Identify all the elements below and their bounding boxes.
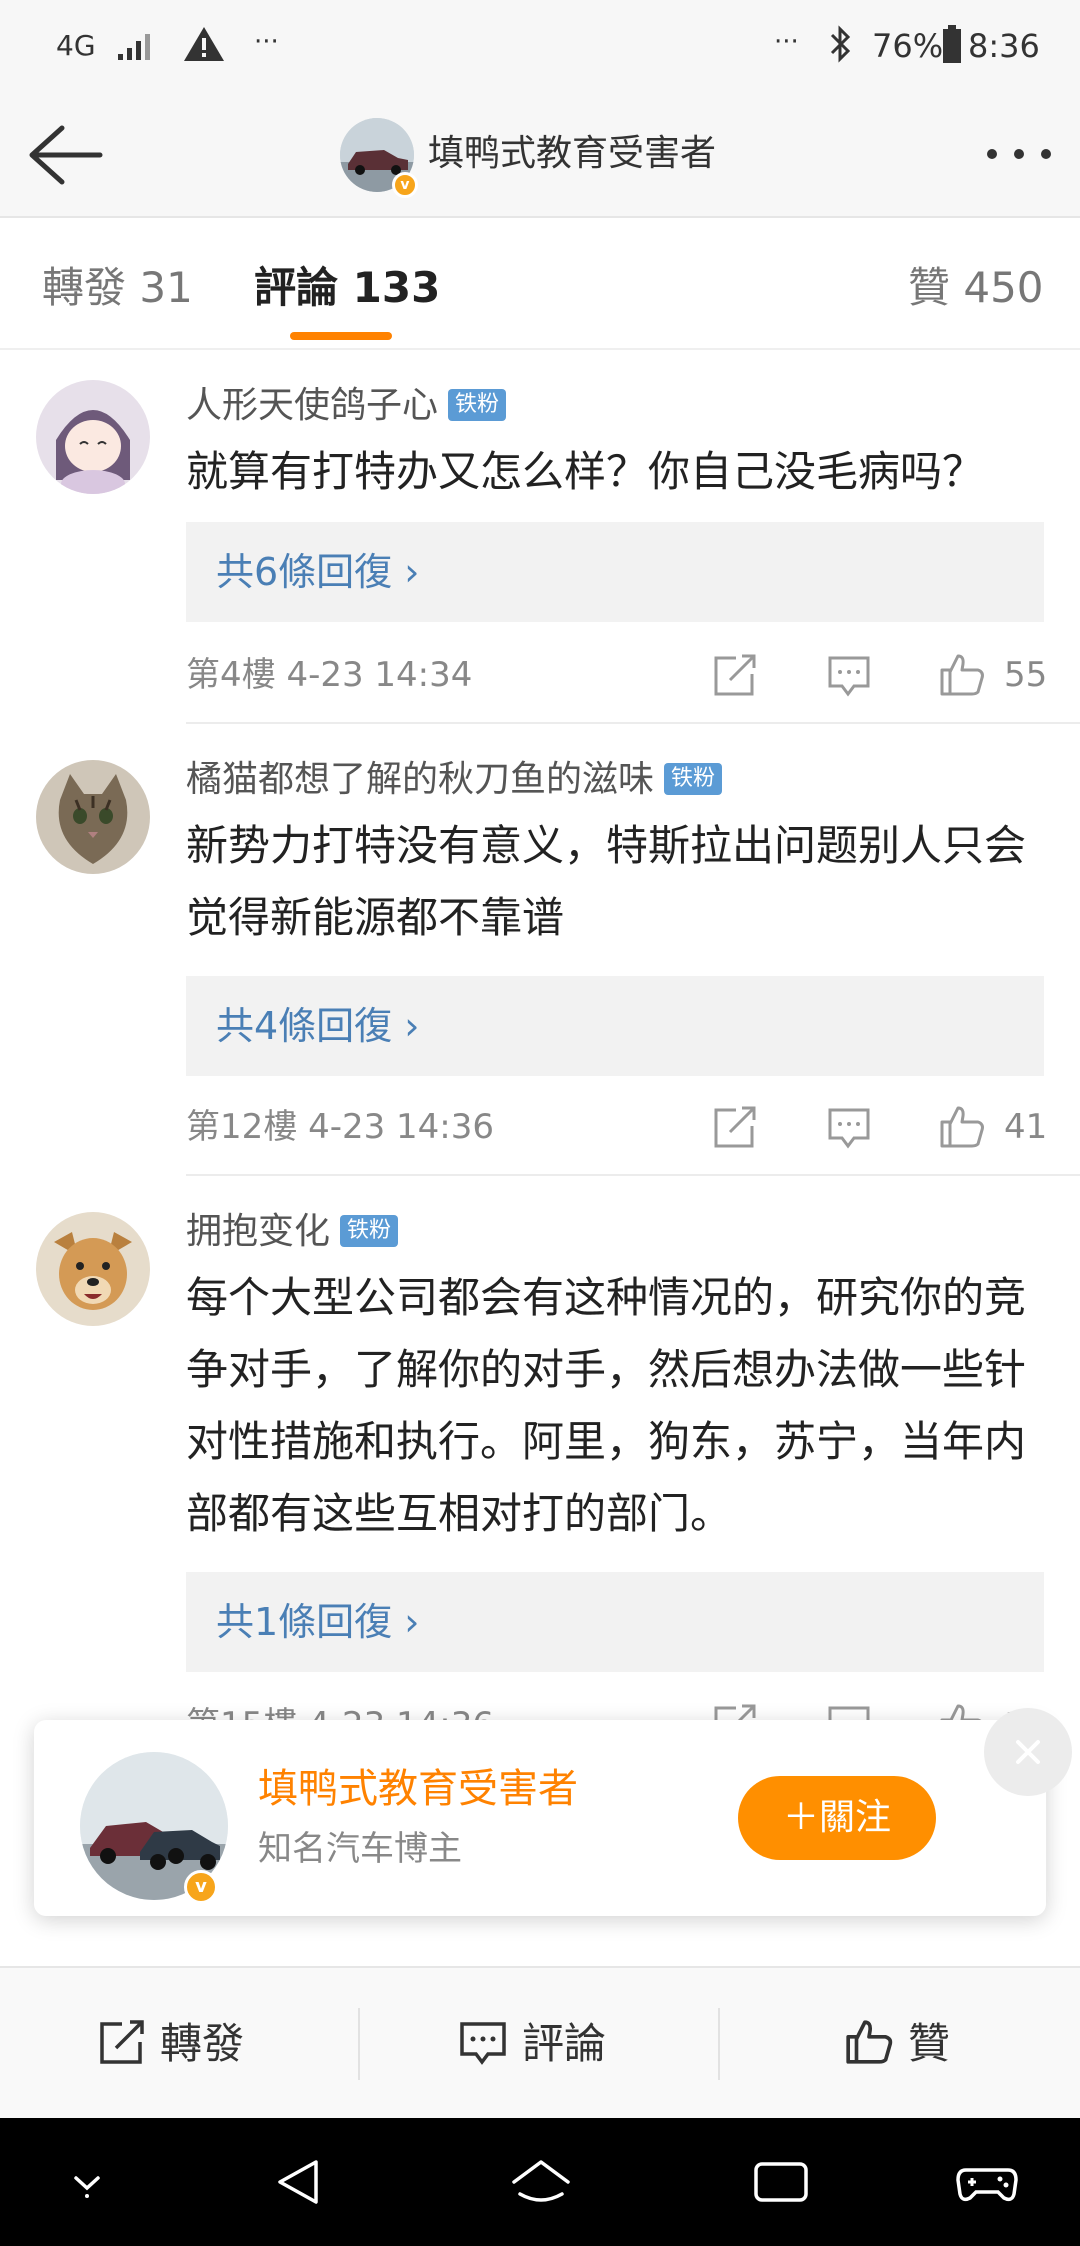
repost-icon — [100, 2020, 144, 2064]
dog-avatar — [36, 1212, 150, 1326]
tab-bar: 轉發 31 評論 133 贊 450 — [0, 218, 1080, 350]
comment-meta: 第12樓 4-23 14:36 — [186, 1107, 495, 1147]
cat-avatar — [36, 760, 150, 874]
comment-meta: 第4樓 4-23 14:34 — [186, 655, 473, 695]
status-bar: 4G ··· ··· 76% 8:36 — [0, 0, 1080, 90]
view-replies-link[interactable]: 共1條回復 › — [216, 1598, 419, 1646]
battery-icon — [943, 25, 961, 63]
warning-icon — [184, 27, 224, 61]
comment-icon — [460, 2022, 506, 2065]
bluetooth-icon — [830, 25, 851, 63]
repost-icon[interactable] — [712, 652, 758, 698]
verified-badge: v — [184, 1870, 218, 1904]
active-tab-indicator — [290, 332, 392, 340]
replies-panel[interactable]: 共6條回復 › — [186, 522, 1044, 622]
clock: 8:36 — [968, 27, 1040, 65]
comment-username[interactable]: 拥抱变化 铁粉 — [186, 1208, 399, 1256]
tab-reposts[interactable]: 轉發 31 — [42, 260, 193, 316]
like-button[interactable]: 贊 — [844, 2008, 950, 2080]
replies-panel[interactable]: 共1條回復 › — [186, 1572, 1044, 1672]
verified-badge: v — [392, 172, 418, 198]
close-popup-button[interactable] — [984, 1708, 1072, 1796]
more-dots-icon: ··· — [774, 27, 799, 57]
comment-username[interactable]: 人形天使鸽子心 铁粉 — [186, 382, 507, 430]
repost-icon[interactable] — [712, 1104, 758, 1150]
battery-percent: 76% — [872, 27, 944, 65]
comment-icon[interactable] — [826, 652, 872, 698]
page-title: 填鸭式教育受害者 — [428, 133, 717, 174]
back-triangle-icon[interactable] — [266, 2152, 336, 2212]
comment-item: 拥抱变化 铁粉 每个大型公司都会有这种情况的，研究你的竞争对手，了解你的对手，然后… — [0, 1176, 1080, 1776]
replies-panel[interactable]: 共4條回復 › — [186, 976, 1044, 1076]
comment-text: 新势力打特没有意义，特斯拉出问题别人只会觉得新能源都不靠谱 — [186, 821, 1027, 942]
author-description: 知名汽车博主 — [258, 1829, 462, 1869]
comment-icon[interactable] — [826, 1104, 872, 1150]
user-avatar[interactable] — [36, 380, 150, 494]
fan-badge: 铁粉 — [448, 389, 507, 421]
divider — [718, 2008, 720, 2080]
comment-text: 就算有打特办又怎么样？你自己没毛病吗？ — [186, 447, 985, 496]
bottom-action-bar: 轉發 評論 贊 — [0, 1966, 1080, 2118]
recent-apps-icon[interactable] — [746, 2152, 816, 2212]
chevron-down-icon[interactable] — [52, 2152, 122, 2212]
comment-text: 每个大型公司都会有这种情况的，研究你的竞争对手，了解你的对手，然后想办法做一些针… — [186, 1273, 1027, 1538]
view-replies-link[interactable]: 共4條回復 › — [216, 1002, 419, 1050]
home-icon[interactable] — [506, 2152, 576, 2212]
follow-button[interactable]: ＋關注 — [738, 1776, 936, 1860]
like-count: 41 — [1004, 1107, 1048, 1147]
user-avatar[interactable] — [36, 760, 150, 874]
comment-item: 人形天使鸽子心 铁粉 就算有打特办又怎么样？你自己没毛病吗？ 共6條回復 › 第4… — [0, 352, 1080, 724]
back-arrow-icon[interactable] — [24, 120, 104, 190]
game-controller-icon[interactable] — [952, 2152, 1022, 2212]
tab-likes[interactable]: 贊 450 — [908, 260, 1044, 316]
anime-girl-avatar — [36, 380, 150, 494]
more-options-icon[interactable] — [982, 132, 1056, 176]
title-bar: v 填鸭式教育受害者 — [0, 90, 1080, 218]
system-nav-bar — [0, 2118, 1080, 2246]
comment-button[interactable]: 評論 — [458, 2008, 606, 2080]
comment-item: 橘猫都想了解的秋刀鱼的滋味 铁粉 新势力打特没有意义，特斯拉出问题别人只会觉得新能… — [0, 724, 1080, 1176]
follow-popup: v 填鸭式教育受害者 知名汽车博主 ＋關注 — [34, 1708, 1072, 1916]
repost-button[interactable]: 轉發 — [98, 2008, 244, 2080]
user-avatar[interactable] — [36, 1212, 150, 1326]
close-icon — [1016, 1740, 1040, 1764]
comment-username[interactable]: 橘猫都想了解的秋刀鱼的滋味 铁粉 — [186, 756, 723, 804]
like-icon[interactable] — [938, 1102, 986, 1150]
author-name[interactable]: 填鸭式教育受害者 — [258, 1762, 578, 1816]
divider — [358, 2008, 360, 2080]
like-icon — [846, 2020, 893, 2064]
signal-icon — [118, 34, 150, 60]
fan-badge: 铁粉 — [340, 1215, 399, 1247]
like-count: 55 — [1004, 655, 1048, 695]
more-dots-icon: ··· — [254, 27, 279, 57]
network-type: 4G — [56, 29, 96, 62]
tab-comments[interactable]: 評論 133 — [254, 260, 440, 316]
view-replies-link[interactable]: 共6條回復 › — [216, 548, 419, 596]
fan-badge: 铁粉 — [664, 763, 723, 795]
like-icon[interactable] — [938, 650, 986, 698]
